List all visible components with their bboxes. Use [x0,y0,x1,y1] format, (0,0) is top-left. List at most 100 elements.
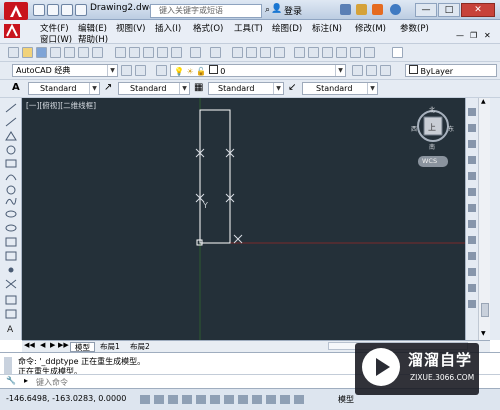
preview-icon[interactable] [64,47,75,58]
workspace-dropdown[interactable]: AutoCAD 经典 ▼ [12,64,118,77]
command-grip[interactable] [4,357,12,375]
design-center-icon[interactable] [308,47,319,58]
rectangle-shape[interactable] [199,109,231,244]
drawing-canvas[interactable]: [一][俯视][二维线框] Y 北 南 西 东 上 WCS [22,98,465,340]
autocad-logo-icon[interactable] [4,2,28,20]
scroll-down-icon[interactable]: ▼ [481,330,486,337]
save-icon[interactable] [36,47,47,58]
maximize-button[interactable]: □ [438,3,460,17]
zoom-realtime-icon[interactable] [246,47,257,58]
publish-icon[interactable] [78,47,89,58]
print-icon[interactable] [50,47,61,58]
tab-model[interactable]: 模型 [70,342,95,352]
watermark-subtitle: ZIXUE.3066.COM [410,373,475,382]
minimize-button[interactable]: — [415,3,437,17]
login-link[interactable]: 登录 [284,4,302,17]
layer-states-icon[interactable] [380,65,391,76]
doc-close-button[interactable]: ✕ [484,31,491,40]
tab-next-icon[interactable]: ▶ [50,341,55,349]
save-icon[interactable] [61,4,73,16]
menu-logo-icon[interactable] [3,23,23,41]
layer-lock-icon: 🔓 [196,67,207,76]
copy-icon[interactable] [129,47,140,58]
tool-palettes-icon[interactable] [322,47,333,58]
viewcube-top-face[interactable]: 上 [428,122,436,133]
app-store-icon[interactable] [356,4,367,15]
undo-icon[interactable] [75,4,87,16]
zoom-previous-icon[interactable] [274,47,285,58]
make-current-layer-icon[interactable] [352,65,363,76]
menu-view[interactable]: 视图(V) [116,22,145,34]
help-icon[interactable] [390,4,401,15]
menu-modify[interactable]: 修改(M) [355,22,386,34]
qnew-icon[interactable] [8,47,19,58]
pan-icon[interactable] [232,47,243,58]
connect-icon[interactable] [372,4,383,15]
recent-commands-icon[interactable]: ▸ [24,376,28,385]
3dprint-icon[interactable] [92,47,103,58]
color-dropdown[interactable]: ByLayer [405,64,497,77]
workspace-settings-icon[interactable] [121,65,132,76]
table-style-dropdown[interactable]: Standard ▼ [208,82,284,95]
menu-dimension[interactable]: 标注(N) [312,22,342,34]
multileader-style-dropdown[interactable]: Standard ▼ [302,82,378,95]
markup-icon[interactable] [350,47,361,58]
svg-text:A: A [7,325,14,335]
search-icon[interactable]: ⌕ [265,5,270,15]
block-editor-icon[interactable] [171,47,182,58]
workspace-value: AutoCAD 经典 [16,66,71,75]
table-style-value: Standard [218,84,255,93]
redo-icon[interactable] [210,47,221,58]
menu-format[interactable]: 格式(O) [193,22,223,34]
tab-last-icon[interactable]: ▶▶ [58,341,69,349]
menu-insert[interactable]: 插入(I) [155,22,181,34]
exchange-icon[interactable] [340,4,351,15]
new-file-icon[interactable] [33,4,45,16]
menu-tools[interactable]: 工具(T) [234,22,263,34]
doc-restore-button[interactable]: ❐ [470,31,477,40]
text-style-dropdown[interactable]: Standard ▼ [28,82,100,95]
properties-icon[interactable] [294,47,305,58]
model-space-toggle[interactable]: 模型 [338,394,354,405]
chevron-down-icon: ▼ [107,65,117,76]
sheet-set-icon[interactable] [336,47,347,58]
command-input[interactable]: 键入命令 [36,377,68,388]
layer-dropdown[interactable]: 💡 ☀ 🔓 0 ▼ [170,64,346,77]
tab-layout2[interactable]: 布局2 [126,342,154,352]
match-properties-icon[interactable] [157,47,168,58]
coordinates-readout[interactable]: -146.6498, -163.0283, 0.0000 [6,394,126,403]
text-style-icon[interactable]: A [12,82,26,95]
scroll-up-icon[interactable]: ▲ [481,98,486,105]
close-button[interactable]: ✕ [461,3,495,17]
dim-style-icon[interactable]: ↗ [104,82,118,95]
vertical-scrollbar[interactable]: ▲ ▼ [478,98,490,340]
tab-first-icon[interactable]: ◀◀ [24,341,35,349]
wrench-icon[interactable]: 🔧 [6,376,16,385]
menu-draw[interactable]: 绘图(D) [272,22,302,34]
title-bar: Drawing2.dwg 键入关键字或短语 ⌕ 👤 登录 — □ ✕ [0,0,500,20]
doc-minimize-button[interactable]: — [456,31,464,40]
open-icon[interactable] [22,47,33,58]
open-file-icon[interactable] [47,4,59,16]
menu-parameters[interactable]: 参数(P) [400,22,429,34]
tab-layout1[interactable]: 布局1 [96,342,124,352]
compass-south: 南 [429,144,436,151]
cut-icon[interactable] [115,47,126,58]
scroll-thumb[interactable] [481,303,489,317]
calculator-icon[interactable] [364,47,375,58]
color-value: ByLayer [420,67,454,76]
wcs-label[interactable]: WCS [422,157,437,165]
paste-icon[interactable] [143,47,154,58]
dim-style-dropdown[interactable]: Standard ▼ [118,82,190,95]
multileader-style-icon[interactable]: ↙ [288,82,302,95]
help-icon[interactable] [392,47,403,58]
layer-freeze-icon: ☀ [186,67,194,76]
zoom-window-icon[interactable] [260,47,271,58]
layer-properties-icon[interactable] [156,65,167,76]
undo-icon[interactable] [190,47,201,58]
workspace-lock-icon[interactable] [135,65,146,76]
layer-previous-icon[interactable] [366,65,377,76]
search-input[interactable]: 键入关键字或短语 [150,4,262,18]
tab-prev-icon[interactable]: ◀ [40,341,45,349]
table-style-icon[interactable]: ▦ [194,82,208,95]
